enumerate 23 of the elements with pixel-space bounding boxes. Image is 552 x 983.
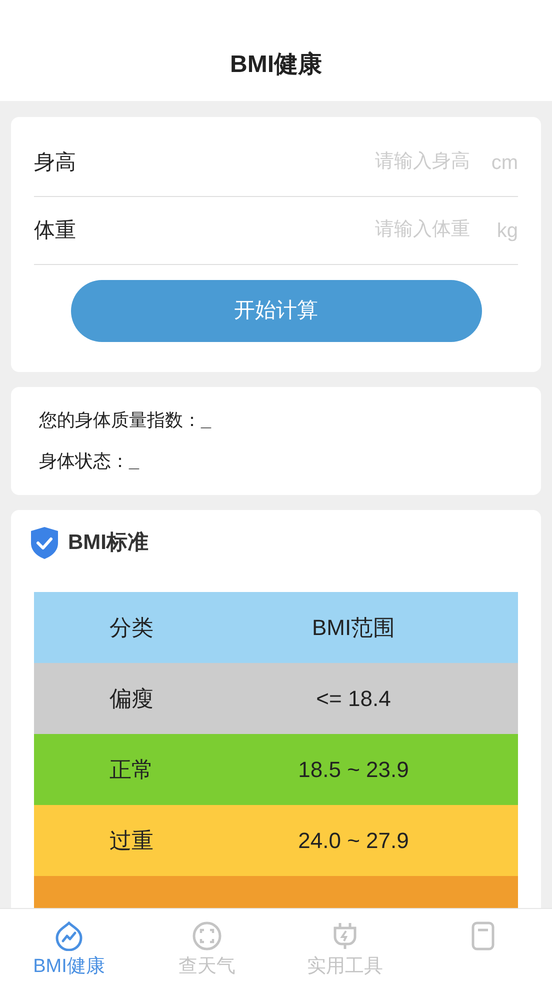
result-value: _ [201, 409, 212, 432]
table-cell-text: 正常 [110, 756, 154, 784]
table-cell-text: 分类 [110, 614, 154, 642]
table-cell-text: 过重 [110, 827, 154, 855]
calculate-button[interactable]: 开始计算 [70, 280, 482, 342]
tab-label[interactable]: 查天气 [178, 953, 236, 982]
tab-label[interactable]: BMI健康 [33, 953, 105, 982]
table-cell-text: <= 18.4 [316, 685, 391, 713]
section-title: BMI标准 [68, 530, 148, 556]
scan-icon[interactable] [192, 921, 222, 951]
shield-check-icon [29, 526, 60, 560]
field-label: 身高 [34, 150, 77, 176]
result-value: _ [129, 450, 140, 473]
field-label: 体重 [34, 218, 77, 244]
result-label: 您的身体质量指数： [39, 409, 201, 432]
tab-label[interactable]: 实用工具 [307, 953, 383, 982]
table-cell-text: 18.5 ~ 23.9 [298, 756, 409, 784]
page-title: BMI健康 [230, 50, 322, 80]
table-cell-text: BMI范围 [312, 614, 396, 642]
chart-drop-icon[interactable] [54, 921, 84, 951]
result-label: 身体状态： [39, 450, 129, 473]
table-cell-text: 24.0 ~ 27.9 [298, 827, 409, 855]
table-cell-text: 偏瘦 [110, 685, 154, 713]
